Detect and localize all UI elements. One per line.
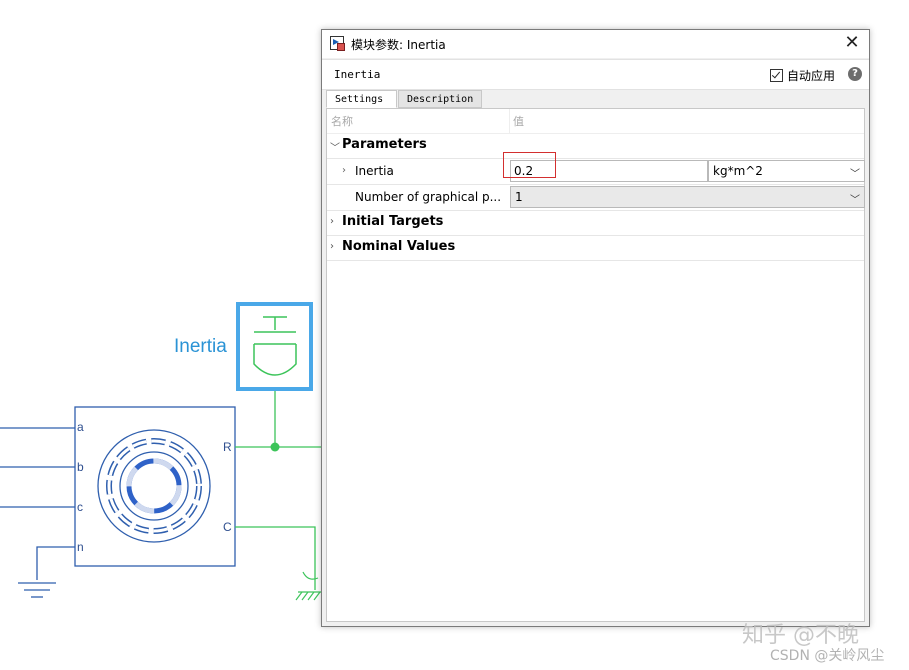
graphical-ports-value: 1 [515, 190, 523, 204]
port-c-label: c [77, 500, 83, 514]
column-name-header: 名称 [331, 115, 353, 128]
port-r-label: R [223, 440, 232, 454]
column-divider [509, 109, 510, 133]
port-b-label: b [77, 460, 84, 474]
chevron-right-icon[interactable]: › [330, 241, 334, 252]
group-nominal-values-label: Nominal Values [342, 239, 456, 254]
param-row-graphical-ports: Number of graphical p... 1 ﹀ [327, 185, 865, 211]
column-value-header: 值 [513, 115, 524, 128]
param-inertia-label: Inertia [355, 164, 394, 178]
inertia-block-label: Inertia [174, 336, 227, 357]
mechanical-lines [235, 390, 322, 590]
group-initial-targets-label: Initial Targets [342, 214, 444, 229]
electrical-input-lines [0, 427, 75, 580]
block-parameters-dialog: 模块参数: Inertia ✕ Inertia 自动应用 ? Settings … [321, 29, 870, 627]
graphical-ports-select[interactable]: 1 ﹀ [510, 186, 865, 208]
close-icon[interactable]: ✕ [843, 34, 861, 52]
dialog-header-row: Inertia 自动应用 ? [322, 59, 869, 90]
column-header: 名称 值 [327, 109, 864, 134]
chevron-down-icon: ﹀ [850, 195, 860, 206]
chevron-down-icon[interactable]: ﹀ [330, 139, 340, 154]
inertia-unit-select[interactable]: kg*m^2 ﹀ [708, 160, 865, 182]
group-initial-targets[interactable]: › Initial Targets [327, 210, 864, 236]
group-parameters-label: Parameters [342, 137, 427, 152]
checkbox-checked-icon[interactable] [769, 69, 783, 82]
help-icon[interactable]: ? [848, 67, 862, 81]
auto-apply-checkbox[interactable]: 自动应用 [769, 67, 835, 84]
tab-settings[interactable]: Settings [326, 90, 397, 108]
block-name: Inertia [334, 68, 381, 81]
annotation-highlight-box [503, 152, 556, 178]
param-row-inertia: › Inertia 0.2 kg*m^2 ﹀ [327, 159, 865, 185]
connection-node [270, 442, 280, 452]
group-parameters[interactable]: ﹀ Parameters [327, 133, 864, 159]
auto-apply-label: 自动应用 [786, 69, 835, 83]
dialog-title: 模块参数: Inertia [351, 38, 446, 52]
block-parameters-icon [330, 36, 345, 51]
mechanical-reference-symbol [295, 571, 322, 601]
chevron-right-icon[interactable]: › [342, 165, 346, 176]
port-a-label: a [77, 420, 84, 434]
watermark-csdn: CSDN @关岭风尘 [770, 648, 885, 664]
property-inspector: 名称 值 ﹀ Parameters › Inertia 0.2 kg*m^2 ﹀… [326, 108, 865, 622]
port-c-right-label: C [223, 520, 232, 534]
param-graphical-ports-label: Number of graphical p... [355, 190, 502, 204]
ground-symbol [18, 582, 56, 598]
chevron-right-icon[interactable]: › [330, 216, 334, 227]
dialog-titlebar[interactable]: 模块参数: Inertia ✕ [322, 30, 869, 58]
port-n-label: n [77, 540, 84, 554]
chevron-down-icon: ﹀ [850, 169, 860, 180]
tab-description[interactable]: Description [398, 90, 482, 108]
group-nominal-values[interactable]: › Nominal Values [327, 235, 864, 261]
inertia-unit-value: kg*m^2 [713, 164, 763, 178]
